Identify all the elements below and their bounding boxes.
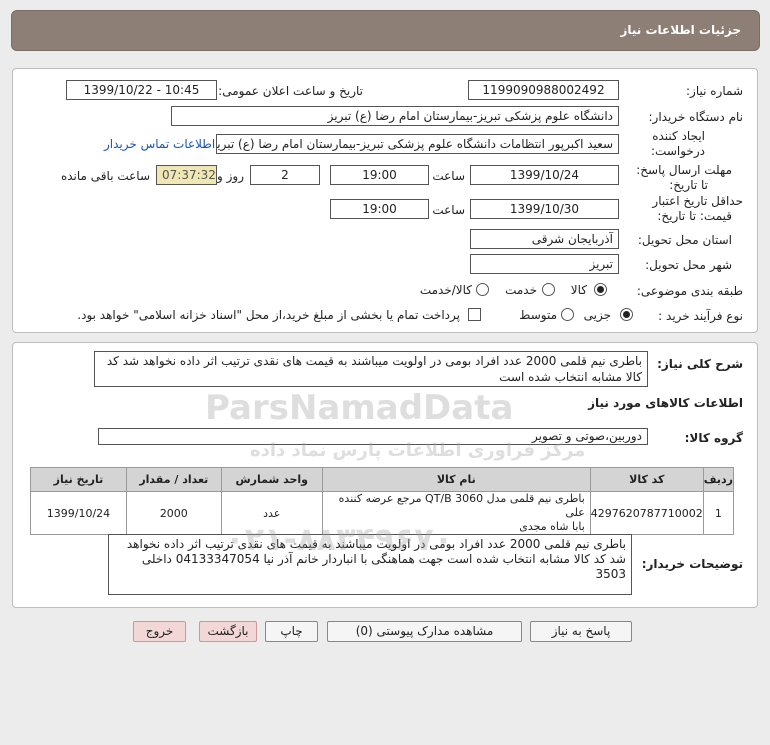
goods-section-title: اطلاعات کالاهای مورد نیاز: [588, 396, 743, 410]
row-name-line2: بابا شاه مجدی: [519, 520, 585, 533]
reply-time-label: ساعت: [432, 169, 465, 183]
back-button[interactable]: بازگشت: [199, 621, 257, 642]
announce-label: تاریخ و ساعت اعلان عمومی:: [218, 84, 363, 98]
treasury-payment-checkbox[interactable]: [468, 308, 481, 321]
table-row: 1 4297620787710002 باطری نیم قلمی مدل QT…: [30, 491, 735, 535]
row-qty: 2000: [125, 491, 222, 535]
print-button[interactable]: چاپ: [265, 621, 318, 642]
announce-field: 1399/10/22 - 10:45: [66, 80, 217, 100]
category-radio-goods-service[interactable]: [476, 283, 489, 296]
need-number-field: 1199090988002492: [468, 80, 619, 100]
buyer-org-label: نام دستگاه خریدار:: [648, 110, 744, 124]
process-radio-medium[interactable]: [561, 308, 574, 321]
col-unit: واحد شمارش: [220, 467, 323, 492]
validity-time-field: 19:00: [330, 199, 429, 219]
validity-time-label: ساعت: [432, 203, 465, 217]
category-label: طبقه بندی موضوعی:: [636, 284, 743, 298]
row-name-line1: باطری نیم قلمی مدل QT/B 3060 مرجع عرضه ک…: [338, 492, 585, 519]
reply-time-field: 19:00: [330, 165, 429, 185]
remaining-time-field: 07:37:32: [156, 165, 217, 185]
goods-group-label: گروه کالا:: [684, 431, 743, 445]
creator-field: سعید اکبرپور انتظامات دانشگاه علوم پزشکی…: [216, 134, 619, 154]
creator-label-2: درخواست:: [651, 144, 705, 158]
reply-date-field: 1399/10/24: [470, 165, 619, 185]
row-unit: عدد: [220, 491, 323, 535]
days-field: 2: [250, 165, 320, 185]
col-qty: تعداد / مقدار: [125, 467, 222, 492]
category-radio-service[interactable]: [542, 283, 555, 296]
row-index: 1: [702, 491, 735, 535]
province-field: آذربایجان شرقی: [470, 229, 619, 249]
row-name: باطری نیم قلمی مدل QT/B 3060 مرجع عرضه ک…: [321, 491, 591, 535]
row-code: 4297620787710002: [589, 491, 704, 535]
reply-label-2: تا تاریخ:: [669, 178, 708, 192]
category-radio-goods[interactable]: [594, 283, 607, 296]
category-option-goods-service: کالا/خدمت: [419, 283, 472, 297]
validity-date-field: 1399/10/30: [470, 199, 619, 219]
col-date: تاریخ نیاز: [30, 467, 127, 492]
buyer-notes-label: توضیحات خریدار:: [641, 557, 743, 571]
row-date: 1399/10/24: [30, 491, 127, 535]
col-name: نام کالا: [321, 467, 591, 492]
city-field: تبریز: [470, 254, 619, 274]
process-label: نوع فرآیند خرید :: [658, 309, 743, 323]
need-number-label: شماره نیاز:: [686, 84, 743, 98]
col-code: کد کالا: [589, 467, 704, 492]
goods-group-field: دوربین،صوتی و تصویر: [98, 428, 648, 445]
reply-label-1: مهلت ارسال پاسخ:: [636, 163, 732, 177]
process-option-minor: جزیی: [583, 308, 611, 322]
description-box: باطری نیم قلمی 2000 عدد افراد بومی در او…: [94, 351, 648, 387]
exit-button[interactable]: خروج: [133, 621, 186, 642]
city-label: شهر محل تحویل:: [645, 258, 732, 272]
col-index: ردیف: [702, 467, 735, 492]
province-label: استان محل تحویل:: [637, 233, 732, 247]
creator-label-1: ایجاد کننده: [652, 129, 705, 143]
page-header: جزئیات اطلاعات نیاز: [11, 10, 760, 51]
treasury-payment-note: پرداخت تمام یا بخشی از مبلغ خرید،از محل …: [77, 308, 460, 322]
process-option-medium: متوسط: [519, 308, 557, 322]
contact-buyer-link[interactable]: اطلاعات تماس خریدار: [104, 137, 215, 151]
validity-label-2: قیمت: تا تاریخ:: [657, 209, 732, 223]
category-option-service: خدمت: [505, 283, 537, 297]
remaining-label: ساعت باقی مانده: [60, 169, 150, 183]
days-label: روز و: [217, 169, 244, 183]
page-title: جزئیات اطلاعات نیاز: [620, 23, 741, 37]
goods-table: ردیف کد کالا نام کالا واحد شمارش تعداد /…: [30, 467, 735, 535]
validity-label-1: حداقل تاریخ اعتبار: [652, 194, 743, 208]
buyer-notes-box: باطری نیم قلمی 2000 عدد افراد بومی در او…: [108, 534, 632, 595]
reply-button[interactable]: پاسخ به نیاز: [530, 621, 632, 642]
buyer-org-field: دانشگاه علوم پزشکی تبریز-بیمارستان امام …: [171, 106, 619, 126]
goods-table-header: ردیف کد کالا نام کالا واحد شمارش تعداد /…: [30, 467, 735, 492]
description-label: شرح کلی نیاز:: [657, 357, 743, 371]
category-option-goods: کالا: [570, 283, 587, 297]
process-radio-minor[interactable]: [620, 308, 633, 321]
attachments-button[interactable]: مشاهده مدارک پیوستی (0): [327, 621, 522, 642]
